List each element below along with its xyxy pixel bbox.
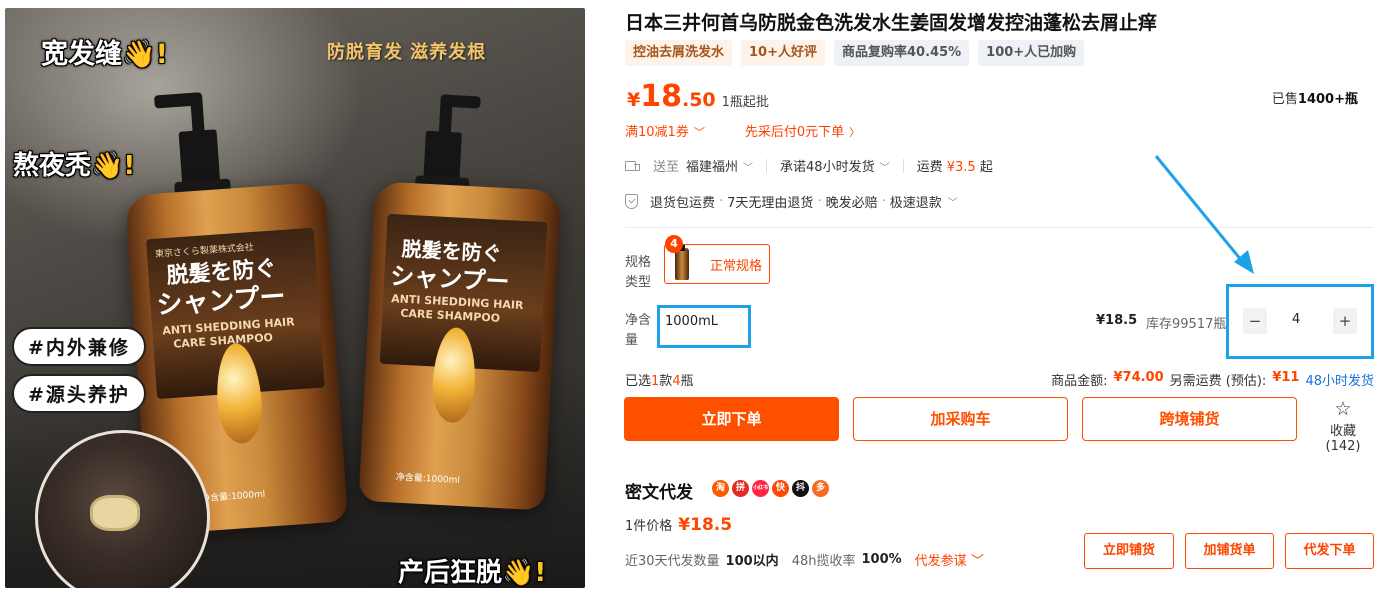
truck-icon <box>625 160 640 172</box>
net-content-option[interactable]: 1000mL <box>657 305 751 348</box>
tag-inside-outside: #内外兼修 <box>12 327 146 366</box>
shield-icon <box>625 194 638 209</box>
overlay-tagline: 防脱育发 滋养发根 <box>327 42 487 63</box>
duoduo-icon: 多 <box>812 480 829 497</box>
guarantee-return-shipping: 退货包运费 <box>650 196 716 211</box>
location-select[interactable]: 福建福州 ﹀ <box>686 156 753 175</box>
dropship-unit-price: ¥18.5 <box>678 515 733 535</box>
selected-summary: 已选1款4瓶 <box>625 374 694 389</box>
chevron-down-icon: ﹀ <box>970 554 984 569</box>
total-amount: ¥74.00 <box>1113 370 1164 385</box>
extra-shipping: ¥11 <box>1272 370 1300 385</box>
badge-repurchase: 商品复购率40.45% <box>834 40 970 66</box>
ship-promise[interactable]: 承诺48小时发货 ﹀ <box>780 156 890 175</box>
list-now-button[interactable]: 立即铺货 <box>1084 533 1174 569</box>
bottle-jp-line2: シャンプー <box>155 281 287 321</box>
price-block: ¥ 18 .50 1瓶起批 <box>627 82 769 112</box>
bottle-right-jp-line2: シャンプー <box>389 262 511 297</box>
badge-reviews[interactable]: 10+人好评 <box>741 40 825 66</box>
shipping-fee: 运费 ¥3.5 起 <box>916 160 993 175</box>
add-to-list-button[interactable]: 加铺货单 <box>1185 533 1274 569</box>
dropship-unit-price-row: 1件价格 ¥18.5 <box>625 515 733 535</box>
chevron-down-icon: ﹀ <box>743 163 754 174</box>
annotation-arrow <box>1154 155 1254 274</box>
product-main-image[interactable]: 東京さくら製薬株式会社 脱髪を防ぐ シャンプー ANTI SHEDDING HA… <box>5 8 585 588</box>
price-symbol: ¥ <box>627 89 641 111</box>
chevron-down-icon: ﹀ <box>693 126 705 139</box>
net-content-label: 净含量 <box>625 313 652 348</box>
price-integer: 18 <box>640 79 682 114</box>
chevron-down-icon: ﹀ <box>879 163 890 174</box>
douyin-icon: 抖 <box>792 480 809 497</box>
pinduoduo-icon: 拼 <box>732 480 749 497</box>
overlay-postpartum: 产后狂脱👋! <box>398 558 547 588</box>
dropship-stats: 近30天代发数量 100以内 48h揽收率 100% 代发参谋 ﹀ <box>625 550 984 569</box>
quantity-minus-button[interactable]: − <box>1243 308 1267 334</box>
bottle-right: 脱髪を防ぐ シャンプー ANTI SHEDDING HAIR CARE SHAM… <box>354 83 576 523</box>
quantity-stepper: − 4 + <box>1226 284 1374 359</box>
star-icon: ☆ <box>1334 398 1352 420</box>
spec-count-badge: 4 <box>665 235 683 253</box>
badge-category[interactable]: 控油去屑洗发水 <box>625 40 733 66</box>
sku-unit-price: ¥18.5 <box>1096 313 1138 328</box>
buy-now-button[interactable]: 立即下单 <box>624 397 839 441</box>
spec-label: 规格类型 <box>625 255 652 290</box>
promo-row: 满10减1券 ﹀ 先采后付0元下单〉 <box>625 121 860 140</box>
add-to-cart-button[interactable]: 加采购车 <box>853 397 1068 441</box>
dropship-title: 密文代发 <box>625 483 693 503</box>
min-order-note: 1瓶起批 <box>721 95 769 110</box>
spec-thumbnail <box>675 245 689 280</box>
guarantee-refund: 极速退款 <box>889 196 942 211</box>
kuaishou-icon: 快 <box>772 480 789 497</box>
coupon-link[interactable]: 满10减1券 ﹀ <box>625 121 705 140</box>
price-decimal: .50 <box>681 89 716 111</box>
totals-summary: 商品金额: ¥74.00 另需运费 (预估): ¥11 48小时发货 <box>1051 370 1374 389</box>
dropship-order-button[interactable]: 代发下单 <box>1285 533 1374 569</box>
sku-stock: 库存99517瓶 <box>1146 317 1227 332</box>
chevron-right-icon: 〉 <box>849 126 861 139</box>
sold-count: 已售1400+瓶 <box>1271 92 1358 107</box>
guarantee-row[interactable]: 退货包运费 · 7天无理由退货 · 晚发必赔 · 极速退款 ﹀ <box>625 192 958 211</box>
platform-icons: 淘 拼 小红书 快 抖 多 <box>712 480 829 497</box>
overlay-late-night: 熬夜秃👋! <box>13 151 136 181</box>
divider <box>625 227 1374 228</box>
shipping-row: 送至 福建福州 ﹀ 承诺48小时发货 ﹀ 运费 ¥3.5 起 <box>625 156 993 175</box>
pay-later-link[interactable]: 先采后付0元下单〉 <box>745 121 860 140</box>
favorite-button[interactable]: ☆ 收藏 (142) <box>1311 398 1375 454</box>
dropship-ref-link[interactable]: 代发参谋 ﹀ <box>915 550 984 569</box>
badge-added-cart: 100+人已加购 <box>978 40 1085 66</box>
quantity-plus-button[interactable]: + <box>1333 308 1357 334</box>
product-title: 日本三井何首乌防脱金色洗发水生姜固发增发控油蓬松去屑止痒 <box>625 12 1158 34</box>
chevron-down-icon[interactable]: ﹀ <box>948 194 958 209</box>
xiaohongshu-icon: 小红书 <box>752 480 769 497</box>
taobao-icon: 淘 <box>712 480 729 497</box>
send-label: 送至 <box>653 160 680 175</box>
cross-border-button[interactable]: 跨境铺货 <box>1082 397 1297 441</box>
overlay-wide-part: 宽发缝👋! <box>41 39 168 70</box>
hair-clip <box>90 495 140 531</box>
quantity-input[interactable]: 4 <box>1292 312 1300 327</box>
ship-48h-link[interactable]: 48小时发货 <box>1305 370 1374 389</box>
guarantee-late: 晚发必赔 <box>825 196 878 211</box>
product-badges: 控油去屑洗发水 10+人好评 商品复购率40.45% 100+人已加购 <box>625 40 1085 66</box>
guarantee-7day: 7天无理由退货 <box>727 196 814 211</box>
tag-root-care: #源头养护 <box>12 374 146 413</box>
